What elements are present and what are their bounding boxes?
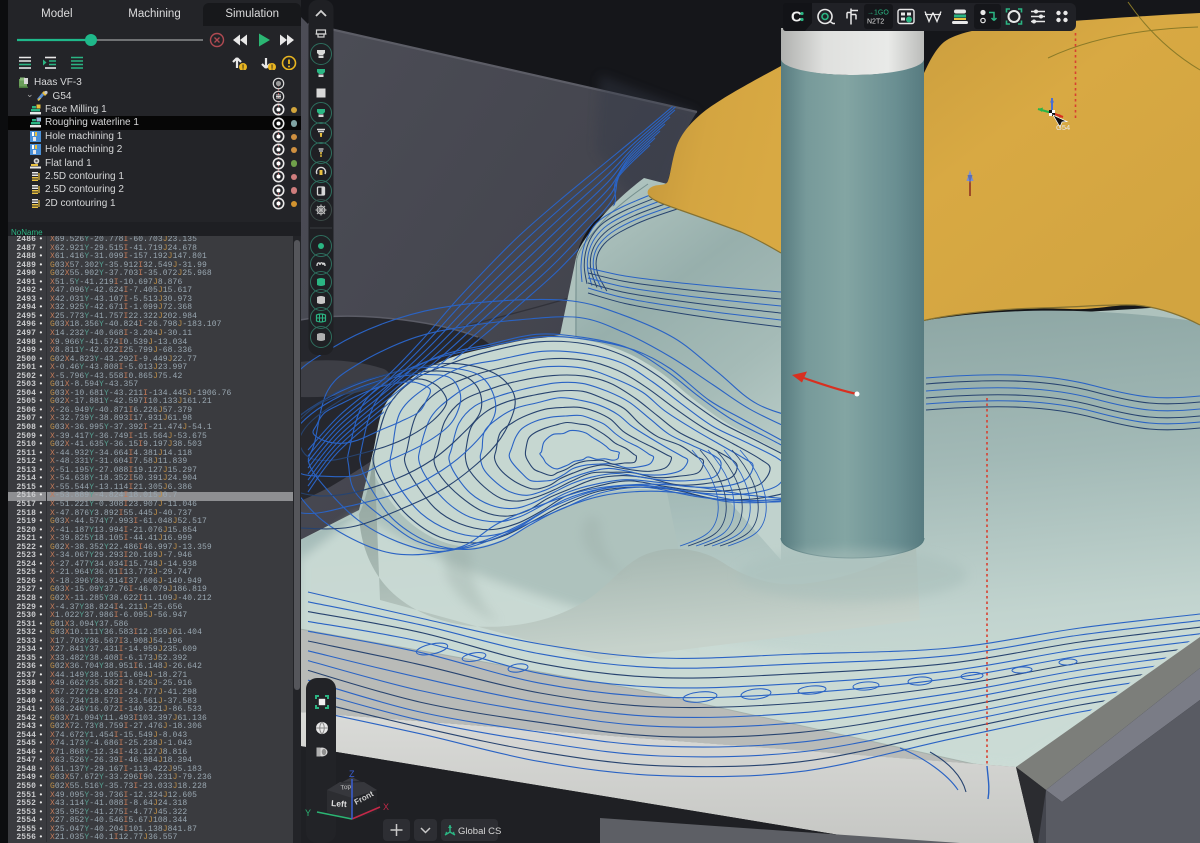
svg-text:X: X xyxy=(383,802,389,812)
svg-text:N2T2: N2T2 xyxy=(867,19,884,26)
svg-text:C: C xyxy=(791,9,802,26)
svg-text:!: ! xyxy=(271,65,273,71)
svg-text:Global CS: Global CS xyxy=(458,826,501,837)
svg-text:Z: Z xyxy=(349,769,355,779)
svg-text:→1GO: →1GO xyxy=(867,10,889,17)
svg-text:Y: Y xyxy=(305,808,311,818)
svg-text:G54: G54 xyxy=(1056,123,1070,132)
svg-text:Left: Left xyxy=(331,798,347,809)
svg-text:!: ! xyxy=(242,65,244,71)
